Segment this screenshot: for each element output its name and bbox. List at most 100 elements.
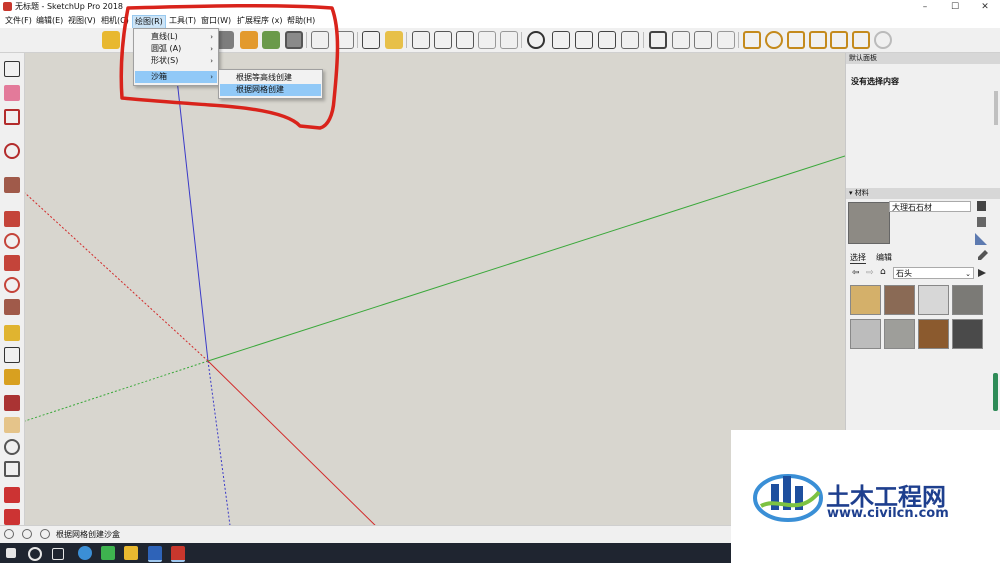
pencil-icon[interactable] (4, 109, 20, 125)
material-swatch[interactable] (918, 319, 949, 349)
tab-select[interactable]: 选择 (850, 252, 866, 264)
bucket-icon[interactable] (977, 201, 986, 211)
sample-paint-icon[interactable] (975, 233, 987, 245)
details-arrow-icon[interactable] (978, 269, 986, 277)
sun-icon[interactable] (830, 31, 848, 49)
sliders-icon[interactable] (336, 31, 354, 49)
extension-warehouse-icon[interactable] (262, 31, 280, 49)
profile-icon[interactable] (385, 31, 403, 49)
style-icon[interactable] (575, 31, 593, 49)
material-swatch[interactable] (952, 319, 983, 349)
lock-icon[interactable] (717, 31, 735, 49)
funnel-icon[interactable] (743, 31, 761, 49)
photo-icon[interactable] (694, 31, 712, 49)
browser-icon[interactable] (78, 546, 92, 560)
drape-icon[interactable] (478, 31, 496, 49)
credits-icon[interactable] (22, 529, 32, 539)
menu-item-sandbox[interactable]: 沙箱 › (135, 71, 217, 83)
check-icon[interactable] (527, 31, 545, 49)
menu-extensions[interactable]: 扩展程序 (x) (235, 14, 285, 28)
frame-icon[interactable] (672, 31, 690, 49)
file-explorer-icon[interactable] (124, 546, 138, 560)
user-icon[interactable] (40, 529, 50, 539)
teapot-icon[interactable] (552, 31, 570, 49)
offset-icon[interactable] (4, 233, 20, 249)
material-swatch[interactable] (850, 319, 881, 349)
warehouse-icon[interactable] (240, 31, 258, 49)
umbrella-icon[interactable] (809, 31, 827, 49)
create-material-icon[interactable] (977, 217, 986, 227)
library-select[interactable]: 石头 ⌄ (893, 267, 974, 279)
extension-left-icon[interactable] (4, 509, 20, 525)
model-viewport[interactable] (25, 53, 845, 525)
menu-item-shapes[interactable]: 形状(S) › (135, 55, 217, 67)
forward-arrow-icon[interactable]: ⇨ (866, 268, 874, 278)
orbit-icon[interactable] (4, 395, 20, 411)
geo-location-icon[interactable] (4, 529, 14, 539)
window-icon[interactable] (649, 31, 667, 49)
menu-draw[interactable]: 绘图(R) (132, 15, 166, 29)
photos-app-icon[interactable] (148, 546, 162, 562)
dome-icon[interactable] (852, 31, 870, 49)
tab-edit[interactable]: 编辑 (876, 252, 892, 263)
maximize-button[interactable]: ☐ (940, 0, 970, 14)
wechat-icon[interactable] (101, 546, 115, 560)
rectangle-icon[interactable] (4, 177, 20, 193)
menu-item-arc[interactable]: 圆弧 (A) › (135, 43, 217, 55)
material-name-field[interactable]: 大理石石材 (889, 201, 971, 212)
zoom-extents-icon[interactable] (4, 461, 20, 477)
sketchup-taskbar-icon[interactable] (171, 546, 185, 562)
arc-icon[interactable] (4, 143, 20, 159)
zoom-icon[interactable] (4, 439, 20, 455)
warehouse-left-icon[interactable] (4, 487, 20, 503)
pan-icon[interactable] (4, 417, 20, 433)
material-swatch[interactable] (884, 319, 915, 349)
select-arrow-icon[interactable] (4, 61, 20, 77)
menu-tools[interactable]: 工具(T) (167, 14, 198, 28)
scale-icon[interactable] (4, 299, 20, 315)
flip-edge-icon[interactable] (500, 31, 518, 49)
material-swatch[interactable] (850, 285, 881, 315)
menu-view[interactable]: 视图(V) (66, 14, 98, 28)
move-icon[interactable] (4, 255, 20, 271)
eraser-icon[interactable] (4, 85, 20, 101)
material-swatch[interactable] (952, 285, 983, 315)
menu-camera[interactable]: 相机(C) (99, 14, 131, 28)
section-display-icon[interactable] (621, 31, 639, 49)
material-swatch[interactable] (918, 285, 949, 315)
get-started-icon[interactable] (102, 31, 120, 49)
sound-icon[interactable] (311, 31, 329, 49)
menu-window[interactable]: 窗口(W) (199, 14, 233, 28)
tape-measure-icon[interactable] (4, 325, 20, 341)
box-icon[interactable] (434, 31, 452, 49)
windows-start-icon[interactable] (6, 548, 16, 558)
menu-item-from-contours[interactable]: 根据等高线创建 (220, 72, 321, 84)
back-arrow-icon[interactable]: ⇦ (852, 268, 860, 278)
text-icon[interactable] (4, 347, 20, 363)
rotate-icon[interactable] (4, 277, 20, 293)
menu-help[interactable]: 帮助(H) (285, 14, 317, 28)
layout-icon[interactable] (285, 31, 303, 49)
task-view-icon[interactable] (52, 548, 64, 560)
push-pull-icon[interactable] (4, 211, 20, 227)
menu-edit[interactable]: 编辑(E) (34, 14, 65, 28)
stamp-icon[interactable] (456, 31, 474, 49)
materials-header[interactable]: ▾ 材料 (846, 188, 1000, 199)
sandbox-from-contours-icon[interactable] (412, 31, 430, 49)
menu-item-line[interactable]: 直线(L) › (135, 31, 217, 43)
menu-item-from-scratch[interactable]: 根据网格创建 (220, 84, 321, 96)
home-icon[interactable]: ⌂ (880, 267, 886, 277)
minimize-button[interactable]: – (910, 0, 940, 14)
eyedropper-icon[interactable] (978, 250, 988, 260)
section-plane-icon[interactable] (598, 31, 616, 49)
chat-icon[interactable] (362, 31, 380, 49)
entity-scrollbar[interactable] (994, 91, 998, 125)
material-swatch[interactable] (884, 285, 915, 315)
target-icon[interactable] (765, 31, 783, 49)
triangle-icon[interactable] (787, 31, 805, 49)
menu-file[interactable]: 文件(F) (3, 14, 34, 28)
close-button[interactable]: ✕ (970, 0, 1000, 14)
paint-bucket-icon[interactable] (4, 369, 20, 385)
panel-scrollbar[interactable] (993, 373, 998, 411)
search-icon[interactable] (28, 547, 42, 561)
